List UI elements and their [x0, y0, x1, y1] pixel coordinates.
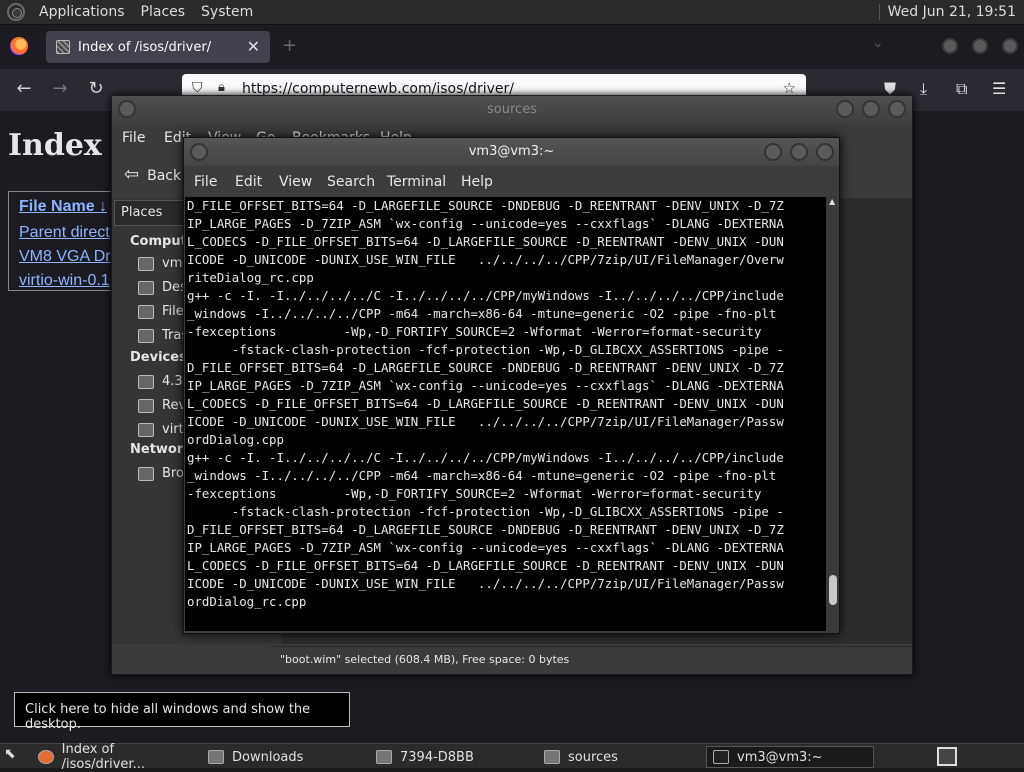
maximize-icon[interactable] — [862, 100, 880, 118]
network-icon — [138, 466, 154, 481]
drive-icon — [138, 422, 154, 437]
maximize-icon[interactable] — [790, 143, 808, 161]
sidebar-group-devices: Devices — [130, 350, 187, 365]
menu-view[interactable]: View — [279, 174, 312, 190]
drive-icon — [138, 398, 154, 413]
window-titlebar[interactable]: sources — [112, 96, 912, 124]
maximize-icon[interactable] — [972, 38, 988, 54]
show-desktop-tooltip: Click here to hide all windows and show … — [14, 692, 350, 732]
terminal-text: D_FILE_OFFSET_BITS=64 -D_LARGEFILE_SOURC… — [187, 198, 784, 609]
back-icon[interactable]: ← — [12, 78, 36, 99]
show-desktop-button[interactable]: ⬉ — [4, 746, 16, 762]
menu-edit[interactable]: Edit — [235, 174, 262, 190]
close-icon[interactable] — [888, 100, 906, 118]
extensions-icon[interactable]: ⧉ — [956, 79, 967, 99]
minimize-icon[interactable] — [942, 38, 958, 54]
file-link[interactable]: virtio-win-0.1 — [19, 272, 110, 290]
taskbar-item-downloads[interactable]: Downloads — [202, 746, 368, 768]
menu-system[interactable]: System — [193, 4, 261, 20]
list-tabs-icon[interactable]: ⌄ — [872, 35, 884, 51]
menu-hamburger-icon[interactable]: ☰ — [992, 79, 1006, 98]
shield-icon[interactable]: ⛉ — [192, 80, 203, 96]
distro-logo-icon[interactable] — [7, 3, 25, 21]
menu-file[interactable]: File — [194, 174, 217, 190]
firefox-icon — [38, 750, 54, 764]
window-titlebar[interactable]: vm3@vm3:~ — [184, 138, 839, 166]
menu-places[interactable]: Places — [133, 4, 194, 20]
scrollbar[interactable]: ▲ — [827, 197, 839, 631]
new-tab-button[interactable]: + — [282, 35, 297, 56]
firefox-icon[interactable] — [10, 37, 28, 55]
status-bar: "boot.wim" selected (608.4 MB), Free spa… — [270, 646, 912, 674]
menu-terminal[interactable]: Terminal — [387, 174, 446, 190]
bottom-panel: ⬉ Index of /isos/driver... Downloads 739… — [0, 742, 1024, 772]
close-icon[interactable] — [816, 143, 834, 161]
top-panel: Applications Places System Wed Jun 21, 1… — [0, 0, 1024, 25]
drive-icon — [138, 374, 154, 389]
sidebar-item-device[interactable]: virt — [138, 422, 184, 437]
menu-applications[interactable]: Applications — [31, 4, 133, 20]
scroll-up-icon[interactable]: ▲ — [829, 197, 835, 206]
workspace-switcher[interactable] — [937, 747, 957, 766]
folder-icon — [544, 750, 560, 764]
menubar: File Edit View Search Terminal Help — [184, 166, 839, 196]
taskbar-item-sources[interactable]: sources — [538, 746, 704, 768]
tab-active[interactable]: Index of /isos/driver/ ✕ — [46, 31, 270, 63]
back-button[interactable]: ⇦ Back — [124, 164, 181, 185]
back-arrow-icon: ⇦ — [124, 164, 140, 185]
minimize-icon[interactable] — [836, 100, 854, 118]
lock-icon[interactable]: 🔒︎ — [218, 80, 225, 95]
filesystem-icon — [138, 304, 154, 319]
tab-favicon-icon — [56, 40, 70, 54]
drive-icon — [376, 750, 392, 764]
window-title: vm3@vm3:~ — [468, 144, 555, 159]
forward-icon[interactable]: → — [48, 78, 72, 99]
taskbar-item-terminal[interactable]: vm3@vm3:~ — [706, 746, 874, 768]
minimize-icon[interactable] — [764, 143, 782, 161]
menu-file[interactable]: File — [122, 130, 145, 146]
clock[interactable]: Wed Jun 21, 19:51 — [878, 4, 1016, 20]
close-icon[interactable] — [1002, 38, 1018, 54]
window-title: sources — [487, 102, 537, 117]
reload-icon[interactable]: ↻ — [84, 78, 108, 99]
scrollbar-thumb[interactable] — [829, 575, 837, 605]
column-header-filename[interactable]: File Name ↓ — [19, 198, 107, 216]
file-link[interactable]: VM8 VGA Dr — [19, 248, 111, 266]
terminal-icon — [713, 750, 729, 764]
terminal-output[interactable]: D_FILE_OFFSET_BITS=64 -D_LARGEFILE_SOURC… — [185, 197, 826, 631]
file-link[interactable]: Parent direct — [19, 224, 110, 242]
terminal-window: vm3@vm3:~ File Edit View Search Terminal… — [183, 137, 840, 634]
tab-bar: Index of /isos/driver/ ✕ + ⌄ — [0, 25, 1024, 69]
menu-search[interactable]: Search — [327, 174, 375, 190]
window-menu-icon[interactable] — [118, 100, 136, 118]
sidebar-item-device[interactable]: 4.3 — [138, 374, 183, 389]
home-icon — [138, 256, 154, 271]
folder-icon — [208, 750, 224, 764]
sidebar-item-device[interactable]: Rev — [138, 398, 186, 413]
menu-help[interactable]: Help — [461, 174, 493, 190]
tab-close-icon[interactable]: ✕ — [247, 37, 260, 56]
downloads-icon[interactable]: ⤓ — [920, 79, 927, 99]
tab-title: Index of /isos/driver/ — [78, 39, 212, 55]
taskbar-item-drive[interactable]: 7394-D8BB — [370, 746, 536, 768]
window-menu-icon[interactable] — [190, 143, 208, 161]
taskbar-item-firefox[interactable]: Index of /isos/driver... — [32, 742, 198, 772]
desktop-icon — [138, 280, 154, 295]
trash-icon — [138, 328, 154, 343]
